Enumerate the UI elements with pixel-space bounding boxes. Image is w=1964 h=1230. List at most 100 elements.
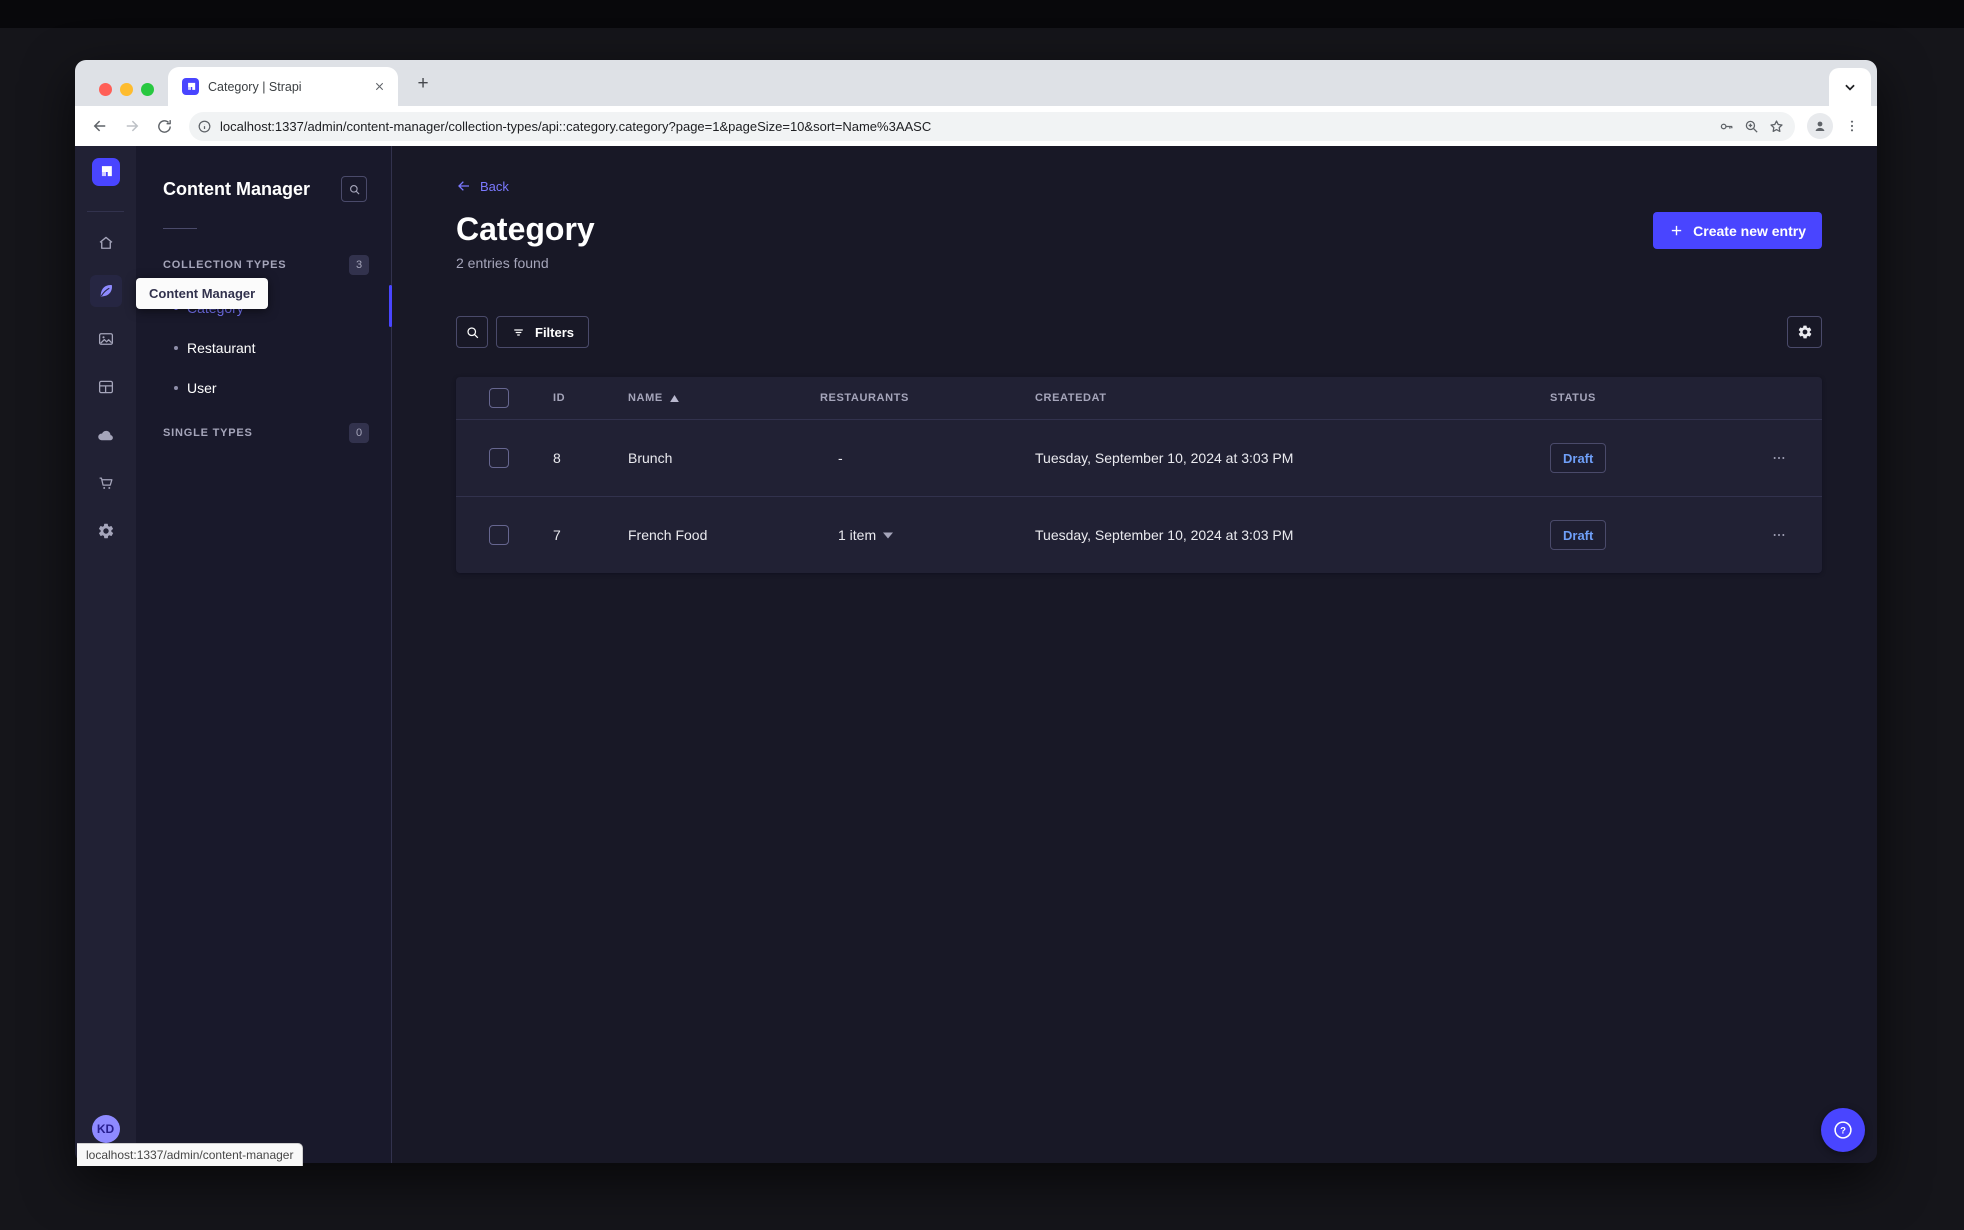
single-types-section: SINGLE TYPES 0	[136, 423, 391, 443]
reload-button[interactable]	[151, 113, 177, 139]
sidebar-item-label: User	[187, 380, 217, 396]
entries-table: ID NAME RESTAURANTS CREATEDAT STATUS 8 B…	[456, 377, 1822, 573]
collection-types-label: COLLECTION TYPES	[163, 259, 287, 271]
cell-restaurants-expander[interactable]: 1 item	[820, 527, 1035, 543]
cell-createdat: Tuesday, September 10, 2024 at 3:03 PM	[1035, 527, 1294, 543]
row-actions-button[interactable]	[1763, 519, 1795, 551]
select-all-checkbox[interactable]	[489, 388, 509, 408]
deploy-cloud-icon[interactable]	[90, 419, 122, 451]
tab-close-icon[interactable]	[370, 78, 388, 96]
back-link[interactable]: Back	[456, 178, 509, 194]
new-tab-button[interactable]: +	[411, 72, 435, 96]
strapi-logo[interactable]	[91, 158, 120, 186]
maximize-window-button[interactable]	[141, 83, 154, 96]
search-icon	[466, 326, 478, 338]
table-search-button[interactable]	[456, 316, 488, 348]
status-badge: Draft	[1550, 443, 1607, 473]
cell-createdat: Tuesday, September 10, 2024 at 3:03 PM	[1035, 450, 1294, 466]
help-button[interactable]: ?	[1821, 1108, 1865, 1152]
row-actions-button[interactable]	[1763, 442, 1795, 474]
column-header-id[interactable]: ID	[553, 392, 628, 404]
entries-count-text: 2 entries found	[456, 255, 549, 271]
browser-toolbar: localhost:1337/admin/content-manager/col…	[75, 106, 1877, 146]
sidebar-item-user[interactable]: User	[136, 368, 391, 408]
url-text[interactable]: localhost:1337/admin/content-manager/col…	[220, 119, 1710, 134]
browser-profile-icon[interactable]	[1807, 113, 1833, 139]
forward-button[interactable]	[119, 113, 145, 139]
password-key-icon[interactable]	[1718, 118, 1735, 135]
bookmark-star-icon[interactable]	[1768, 118, 1785, 135]
sidebar-item-restaurant[interactable]: Restaurant	[136, 328, 391, 368]
column-header-restaurants[interactable]: RESTAURANTS	[820, 392, 1035, 404]
plus-icon	[1671, 225, 1682, 236]
browser-tab[interactable]: Category | Strapi	[168, 67, 398, 106]
question-mark-icon: ?	[1834, 1121, 1852, 1139]
tab-title: Category | Strapi	[208, 79, 302, 94]
collection-types-count: 3	[349, 255, 369, 275]
strapi-app: KD Content Manager COLLECTION TYPES 3 Ca…	[75, 146, 1877, 1163]
browser-status-bar: localhost:1337/admin/content-manager	[77, 1143, 304, 1166]
cell-id: 8	[553, 450, 561, 466]
sidebar-item-label: Restaurant	[187, 340, 256, 356]
search-icon	[349, 184, 360, 195]
single-types-label: SINGLE TYPES	[163, 427, 253, 439]
nav-divider	[87, 211, 124, 212]
close-window-button[interactable]	[99, 83, 112, 96]
cell-name: Brunch	[628, 450, 673, 466]
settings-gear-icon[interactable]	[90, 515, 122, 547]
home-icon[interactable]	[90, 227, 122, 259]
filter-icon	[514, 328, 523, 336]
content-type-builder-icon[interactable]	[90, 371, 122, 403]
media-library-icon[interactable]	[90, 323, 122, 355]
table-row[interactable]: 8 Brunch - Tuesday, September 10, 2024 a…	[456, 419, 1822, 496]
relation-count-label: 1 item	[838, 527, 877, 543]
page-title: Category	[456, 211, 595, 247]
address-bar[interactable]: localhost:1337/admin/content-manager/col…	[189, 111, 1795, 141]
filters-button[interactable]: Filters	[496, 316, 590, 348]
site-info-icon[interactable]	[197, 119, 212, 134]
column-header-createdat[interactable]: CREATEDAT	[1035, 392, 1550, 404]
tab-search-button[interactable]	[1829, 68, 1871, 106]
minimize-window-button[interactable]	[120, 83, 133, 96]
zoom-icon[interactable]	[1743, 118, 1760, 135]
bullet-icon	[174, 346, 178, 350]
chevron-down-icon	[1845, 84, 1855, 91]
table-header-row: ID NAME RESTAURANTS CREATEDAT STATUS	[456, 377, 1822, 419]
cell-id: 7	[553, 527, 561, 543]
status-badge: Draft	[1550, 520, 1607, 550]
subnav-search-button[interactable]	[341, 176, 367, 202]
row-checkbox[interactable]	[489, 525, 509, 545]
cell-name: French Food	[628, 527, 708, 543]
arrow-left-icon	[458, 181, 469, 191]
browser-window: Category | Strapi + localhost:1337/admin…	[75, 60, 1877, 1163]
filters-button-label: Filters	[535, 324, 575, 340]
table-row[interactable]: 7 French Food 1 item Tuesday, September …	[456, 496, 1822, 573]
row-checkbox[interactable]	[489, 448, 509, 468]
ellipsis-icon	[1773, 534, 1785, 536]
column-header-status[interactable]: STATUS	[1550, 392, 1736, 404]
view-settings-button[interactable]	[1787, 316, 1822, 348]
nav-tooltip: Content Manager	[136, 278, 269, 309]
chevron-down-icon	[883, 532, 894, 539]
strapi-favicon-icon	[182, 78, 199, 95]
sort-asc-icon[interactable]	[669, 394, 679, 402]
subnav-title: Content Manager	[163, 178, 311, 199]
main-nav-rail: KD	[75, 146, 136, 1163]
ellipsis-icon	[1773, 457, 1785, 459]
main-content: Back Category Create new entry 2 entries…	[392, 146, 1877, 1163]
back-button[interactable]	[87, 113, 113, 139]
bullet-icon	[174, 386, 178, 390]
user-avatar[interactable]: KD	[91, 1115, 120, 1143]
subnav-divider	[163, 228, 197, 229]
column-header-name[interactable]: NAME	[628, 392, 663, 404]
gear-icon	[1798, 325, 1811, 339]
svg-text:?: ?	[1840, 1126, 1846, 1137]
content-manager-icon[interactable]	[89, 275, 122, 307]
browser-menu-icon[interactable]	[1839, 113, 1865, 139]
window-controls	[99, 83, 154, 96]
create-new-entry-button[interactable]: Create new entry	[1653, 212, 1822, 249]
single-types-count: 0	[349, 423, 369, 443]
create-button-label: Create new entry	[1693, 222, 1806, 239]
desktop-background-strip	[0, 0, 1964, 28]
marketplace-cart-icon[interactable]	[90, 467, 122, 499]
